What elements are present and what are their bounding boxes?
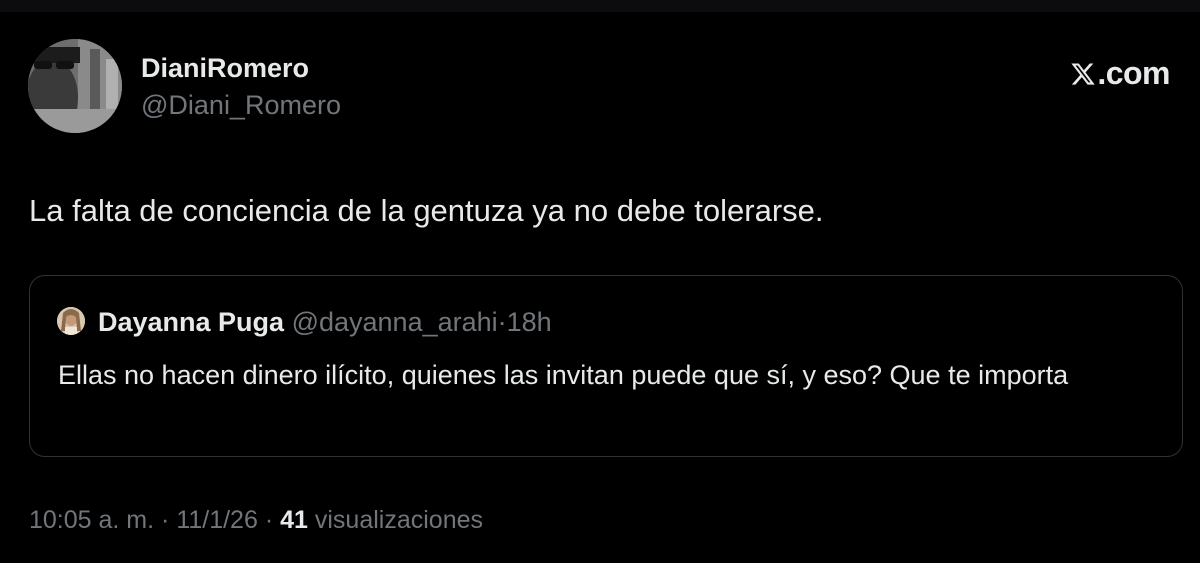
quote-avatar-photo-icon <box>57 307 85 335</box>
quote-text: Ellas no hacen dinero ilícito, quienes l… <box>58 360 1069 390</box>
author-handle[interactable]: @Diani_Romero <box>141 90 341 121</box>
views-count[interactable]: 41 <box>280 506 308 534</box>
quote-separator: · <box>497 307 507 337</box>
author-name[interactable]: DianiRomero <box>141 53 309 84</box>
meta-separator: · <box>264 506 274 534</box>
x-logo-icon <box>1071 62 1096 85</box>
quote-author-avatar[interactable] <box>57 307 85 335</box>
views-label: visualizaciones <box>314 506 484 534</box>
quote-header: Dayanna Puga @dayanna_arahi·18h <box>98 306 552 338</box>
top-strip <box>0 0 1200 12</box>
quote-timestamp[interactable]: 18h <box>507 307 552 337</box>
tweet-date[interactable]: 11/1/26 <box>176 506 258 534</box>
avatar-photo-icon <box>28 39 122 133</box>
meta-separator: · <box>161 506 170 534</box>
quoted-tweet-card[interactable]: Dayanna Puga @dayanna_arahi·18h Ellas no… <box>29 275 1183 457</box>
tweet-time[interactable]: 10:05 a. m. <box>29 506 154 534</box>
x-com-text: .com <box>1097 55 1170 91</box>
tweet-metadata: 10:05 a. m. · 11/1/26 · 41 visualizacion… <box>29 506 483 535</box>
quote-author-handle[interactable]: @dayanna_arahi <box>292 307 498 337</box>
x-com-logo: .com <box>1070 55 1170 92</box>
quote-author-name[interactable]: Dayanna Puga <box>98 307 284 337</box>
tweet-text: La falta de conciencia de la gentuza ya … <box>29 193 824 228</box>
author-avatar[interactable] <box>28 39 122 133</box>
